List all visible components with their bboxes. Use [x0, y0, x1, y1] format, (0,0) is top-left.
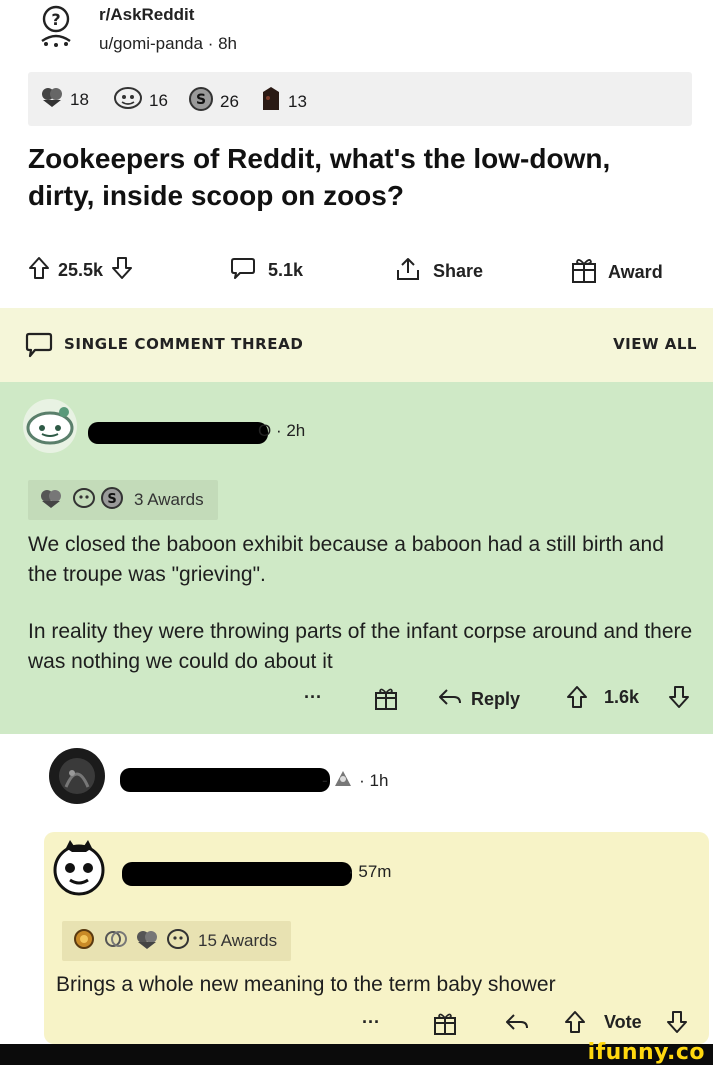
- award-label: Award: [608, 262, 663, 282]
- comment-awards[interactable]: S 3 Awards: [28, 480, 218, 520]
- highlighted-comment: O · 2h S 3 Awards We closed the baboon e…: [0, 382, 713, 734]
- comment-footer: ··· Reply 1.6k: [0, 685, 713, 717]
- hugz-award-icon: [104, 927, 128, 956]
- vote-count: 1.6k: [604, 687, 640, 707]
- post-action-bar: 25.5k 5.1k Share Award: [0, 250, 713, 294]
- downvote-icon[interactable]: [111, 256, 133, 285]
- comment-footer: ··· Vote: [44, 1010, 709, 1040]
- comment-meta: - · 1h: [322, 768, 388, 793]
- comments-button[interactable]: 5.1k: [230, 256, 303, 285]
- subreddit-icon[interactable]: ?: [36, 5, 76, 47]
- award-item: 18: [40, 86, 89, 113]
- post-awards-bar[interactable]: 18 16 S 26 13: [28, 72, 692, 126]
- wholesome-award-icon: [134, 928, 160, 955]
- upvote-icon[interactable]: [566, 685, 588, 714]
- gift-icon[interactable]: [432, 1010, 458, 1041]
- meta-separator: -: [322, 770, 333, 790]
- meta-separator: ·: [354, 770, 370, 790]
- award-count: 26: [220, 91, 239, 111]
- comment-age: 1h: [369, 770, 389, 790]
- dark-award-icon: [260, 86, 282, 117]
- view-all-link[interactable]: VIEW ALL: [613, 335, 697, 353]
- redacted-username: [88, 422, 268, 444]
- comment-body: Brings a whole new meaning to the term b…: [56, 973, 556, 996]
- award-button[interactable]: Award: [570, 256, 663, 289]
- awards-count-label: 3 Awards: [134, 490, 204, 509]
- comment-age: 57m: [358, 862, 392, 881]
- comment-meta: O · 2h: [258, 421, 305, 441]
- award-count: 16: [149, 90, 168, 110]
- meta-separator: ·: [348, 862, 359, 881]
- svg-text:S: S: [107, 492, 116, 507]
- reply-button[interactable]: Reply: [437, 687, 520, 712]
- reply-label: Reply: [471, 689, 521, 709]
- wholesome-award-icon: [40, 86, 64, 113]
- silver-award-icon: S: [100, 486, 124, 515]
- svg-text:?: ?: [51, 10, 60, 29]
- share-button[interactable]: Share: [395, 256, 483, 287]
- vote-group: 25.5k: [28, 256, 133, 285]
- upvote-count: 25.5k: [58, 260, 104, 280]
- avatar[interactable]: [50, 838, 108, 903]
- gift-icon[interactable]: [373, 685, 399, 716]
- meta-separator: O ·: [258, 421, 287, 440]
- downvote-icon[interactable]: [668, 685, 690, 714]
- post-meta: u/gomi-panda · 8h: [99, 34, 237, 54]
- helpful-award-icon: [72, 487, 96, 514]
- comment-icon: [230, 256, 256, 285]
- flair-icon: [332, 768, 354, 793]
- reply-icon: [437, 687, 463, 712]
- ifunny-watermark: ifunny.co: [587, 1040, 705, 1065]
- redacted-username: [120, 768, 330, 792]
- helpful-award-icon: [113, 86, 143, 115]
- post-age: 8h: [218, 34, 237, 53]
- comment-icon: [24, 330, 54, 365]
- more-options-button[interactable]: ···: [362, 1012, 380, 1033]
- comment-paragraph: We closed the baboon exhibit because a b…: [28, 533, 664, 586]
- upvote-icon[interactable]: [564, 1010, 586, 1039]
- meta-separator: ·: [202, 34, 219, 53]
- avatar[interactable]: [22, 398, 78, 459]
- gold-award-icon: [72, 927, 96, 956]
- avatar[interactable]: [48, 747, 106, 810]
- upvote-icon[interactable]: [28, 256, 50, 285]
- nested-reply: · 57m 15 Awards Brings a whole new meani…: [44, 832, 709, 1044]
- svg-text:S: S: [196, 92, 206, 108]
- subreddit-name[interactable]: r/AskReddit: [99, 5, 194, 25]
- comment-count: 5.1k: [268, 260, 304, 280]
- gift-icon: [570, 256, 598, 289]
- single-thread-label: SINGLE COMMENT THREAD: [64, 335, 304, 353]
- reply-icon[interactable]: [504, 1012, 530, 1037]
- share-label: Share: [433, 261, 484, 281]
- downvote-icon[interactable]: [666, 1010, 688, 1039]
- comment-awards[interactable]: 15 Awards: [62, 921, 292, 961]
- award-count: 13: [288, 91, 307, 111]
- award-item: 16: [113, 86, 168, 115]
- wholesome-award-icon: [38, 487, 64, 514]
- awards-count-label: 15 Awards: [198, 931, 278, 950]
- comment-paragraph: In reality they were throwing parts of t…: [28, 620, 693, 673]
- comment-meta: · 57m: [348, 862, 391, 882]
- comment-age: 2h: [286, 421, 306, 440]
- silver-award-icon: S: [188, 86, 214, 117]
- share-icon: [395, 256, 421, 287]
- award-count: 18: [70, 89, 89, 109]
- award-item: S 26: [188, 86, 239, 117]
- single-thread-bar: SINGLE COMMENT THREAD VIEW ALL: [0, 308, 713, 382]
- helpful-award-icon: [166, 928, 190, 955]
- post-author[interactable]: u/gomi-panda: [99, 34, 203, 54]
- award-item: 13: [260, 86, 307, 117]
- more-options-button[interactable]: ···: [304, 687, 322, 708]
- redacted-username: [122, 862, 352, 886]
- post-title[interactable]: Zookeepers of Reddit, what's the low-dow…: [28, 140, 668, 214]
- vote-button[interactable]: Vote: [604, 1012, 642, 1033]
